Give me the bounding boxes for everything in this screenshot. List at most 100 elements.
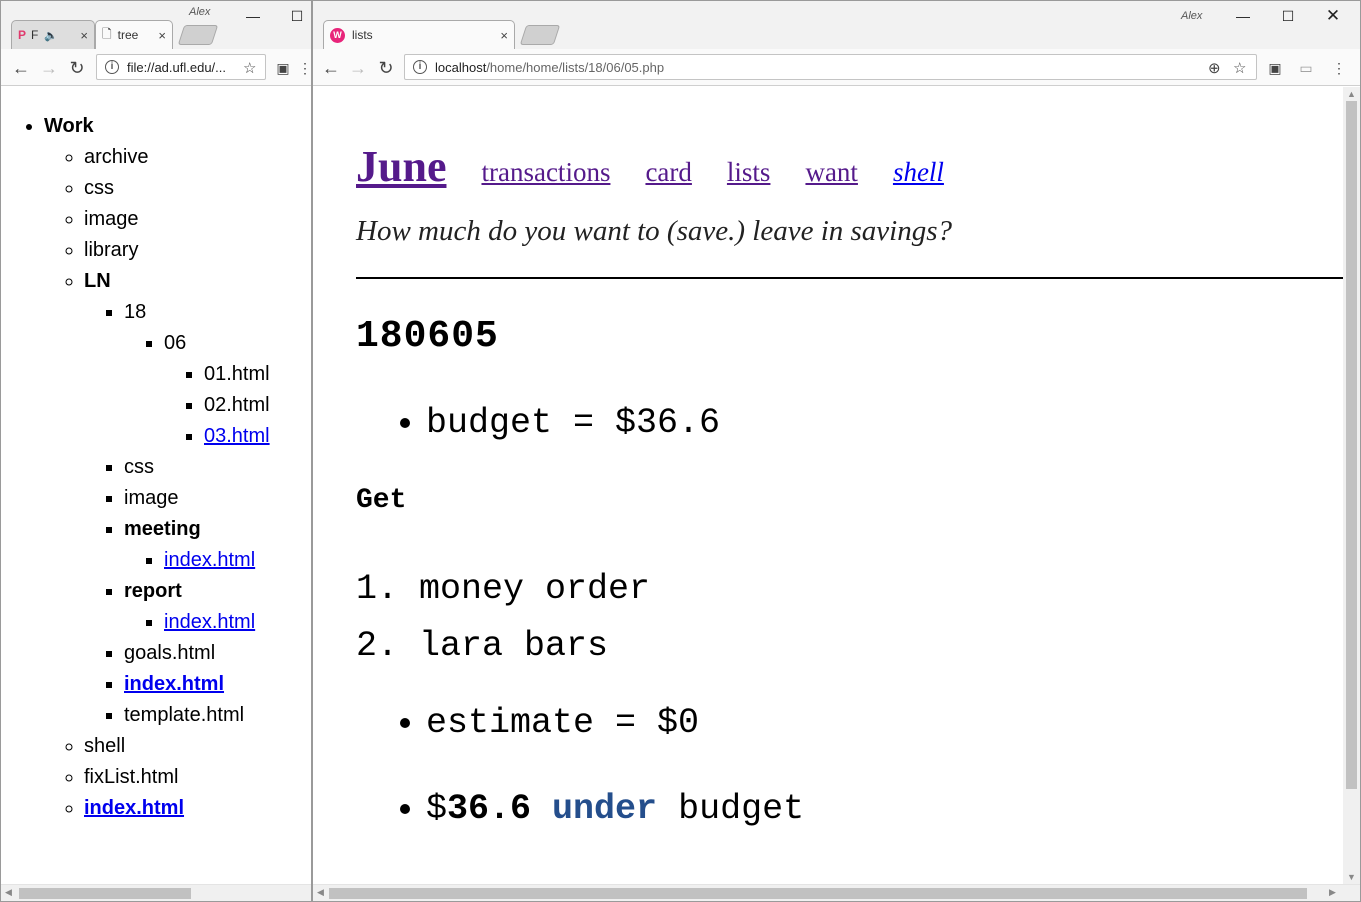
menu-dots-icon[interactable]: ⋮ [1327, 56, 1351, 80]
dollar-sign: $ [426, 789, 448, 829]
tree-item-goals: goals.html [124, 638, 311, 669]
tree-item-18: 18 06 01.html 02.html 03.html [124, 297, 311, 452]
tab-title: lists [352, 28, 373, 42]
site-favicon-icon: W [330, 27, 345, 43]
left-horizontal-scrollbar[interactable]: ◀ [1, 884, 311, 901]
tree-link-work-index[interactable]: index.html [84, 797, 184, 819]
scroll-right-icon[interactable]: ▶ [1329, 887, 1336, 898]
address-text: file://ad.ufl.edu/... [127, 59, 227, 75]
new-tab-button[interactable] [519, 25, 561, 45]
tree-item-template: template.html [124, 700, 311, 731]
tree-item-archive: archive [84, 142, 311, 173]
tree-item-fixlist: fixList.html [84, 762, 311, 793]
tree-item-01-html: 01.html [204, 359, 311, 390]
scroll-left-icon[interactable]: ◀ [5, 887, 12, 898]
close-window-icon[interactable]: ✕ [1313, 5, 1353, 27]
info-icon[interactable]: i [105, 60, 119, 74]
profile-label[interactable]: Alex [1181, 10, 1202, 22]
page-nav: June transactions card lists want shell [356, 141, 979, 192]
address-path: /home/home/lists/18/06/05.php [486, 59, 665, 75]
left-toolbar: ← → ↻ i file://ad.ufl.edu/... ☆ ▣ ⋮ [1, 49, 311, 86]
address-bar[interactable]: i file://ad.ufl.edu/... ☆ [96, 54, 266, 80]
file-tree: Work archive css image library LN 18 06 [1, 111, 311, 824]
address-bar[interactable]: i localhost/home/home/lists/18/06/05.php… [404, 54, 1257, 80]
audio-icon[interactable]: 🔈 [44, 29, 58, 42]
nav-link-transactions[interactable]: transactions [481, 157, 610, 188]
bookmark-star-icon[interactable]: ☆ [1233, 59, 1246, 77]
tree-item-image: image [84, 204, 311, 235]
tree-link-report-index[interactable]: index.html [164, 611, 255, 633]
page-title-link[interactable]: June [356, 141, 446, 192]
horizontal-scrollbar-thumb[interactable] [329, 888, 1307, 899]
right-page-content: June transactions card lists want shell … [313, 87, 1343, 884]
extension-2-icon[interactable]: ▭ [1294, 56, 1318, 80]
tree-item-shell: shell [84, 731, 311, 762]
zoom-icon[interactable]: ⊕ [1208, 59, 1221, 77]
bookmark-star-icon[interactable]: ☆ [243, 59, 256, 77]
close-tab-icon[interactable]: × [80, 28, 88, 43]
left-titlebar: Alex — ☐ P F 🔈 × 🗋 tree × [1, 1, 311, 49]
budget-item: budget = $36.6 [426, 403, 720, 443]
right-toolbar: ← → ↻ i localhost/home/home/lists/18/06/… [313, 49, 1360, 86]
nav-link-lists[interactable]: lists [727, 157, 771, 188]
left-page-content: Work archive css image library LN 18 06 [1, 87, 311, 884]
extension-icon[interactable]: ▣ [271, 56, 295, 80]
document-icon: 🗋 [102, 26, 112, 41]
scroll-down-icon[interactable]: ▼ [1347, 872, 1356, 882]
tree-item-report: report index.html [124, 576, 311, 638]
get-heading: Get [356, 485, 407, 516]
back-arrow-icon[interactable]: ← [319, 56, 343, 80]
right-horizontal-scrollbar[interactable]: ◀ ▶ [313, 884, 1360, 901]
tree-item-work: Work archive css image library LN 18 06 [44, 111, 311, 824]
maximize-icon[interactable]: ☐ [1268, 5, 1308, 27]
tree-item-library: library [84, 235, 311, 266]
pocket-favicon-icon: P [18, 28, 27, 42]
scroll-left-icon[interactable]: ◀ [317, 887, 324, 898]
forward-arrow-icon[interactable]: → [346, 56, 370, 80]
estimate-item: estimate = $0 [426, 703, 699, 743]
reload-icon[interactable]: ↻ [65, 56, 89, 80]
new-tab-button[interactable] [177, 25, 219, 45]
minimize-icon[interactable]: — [1223, 5, 1263, 27]
right-vertical-scrollbar[interactable]: ▲ ▼ [1343, 87, 1360, 884]
horizontal-rule [356, 277, 1343, 279]
scrollbar-thumb[interactable] [19, 888, 191, 899]
scroll-up-icon[interactable]: ▲ [1347, 89, 1356, 99]
list-item: 1. money order [356, 569, 651, 609]
profile-label[interactable]: Alex [189, 6, 210, 18]
under-budget-item: $36.6 under budget [426, 789, 804, 829]
tree-item-ln-image: image [124, 483, 311, 514]
tree-item-ln-css: css [124, 452, 311, 483]
under-budget-list: $36.6 under budget [426, 789, 804, 829]
list-item: 2. lara bars [356, 626, 609, 666]
under-amount: 36.6 [447, 789, 532, 829]
tree-item-02-html: 02.html [204, 390, 311, 421]
vertical-scrollbar-thumb[interactable] [1346, 101, 1357, 789]
address-host: localhost [435, 59, 487, 75]
back-arrow-icon[interactable]: ← [9, 56, 33, 80]
forward-arrow-icon[interactable]: → [37, 56, 61, 80]
savings-question: How much do you want to (save.) leave in… [356, 215, 953, 247]
tab-tree[interactable]: 🗋 tree × [95, 20, 173, 49]
tree-link-meeting-index[interactable]: index.html [164, 549, 255, 571]
minimize-icon[interactable]: — [233, 5, 273, 27]
extension-icon[interactable]: ▣ [1263, 56, 1287, 80]
tree-item-meeting: meeting index.html [124, 514, 311, 576]
reload-icon[interactable]: ↻ [374, 56, 398, 80]
nav-link-shell[interactable]: shell [893, 157, 944, 188]
close-tab-icon[interactable]: × [500, 28, 508, 43]
under-word: under [552, 789, 658, 829]
info-icon[interactable]: i [413, 60, 427, 74]
tab-lists[interactable]: W lists × [323, 20, 515, 49]
left-browser-window: Alex — ☐ P F 🔈 × 🗋 tree × ← → ↻ i file:/… [0, 0, 312, 902]
nav-link-card[interactable]: card [645, 157, 691, 188]
tree-item-css: css [84, 173, 311, 204]
menu-dots-icon[interactable]: ⋮ [293, 56, 311, 80]
tree-item-06: 06 01.html 02.html 03.html [164, 328, 311, 452]
tree-link-ln-index[interactable]: index.html [124, 673, 224, 695]
nav-link-want[interactable]: want [805, 157, 857, 188]
close-tab-icon[interactable]: × [158, 28, 166, 43]
tree-link-03-html[interactable]: 03.html [204, 425, 270, 447]
tab-pocket[interactable]: P F 🔈 × [11, 20, 95, 49]
maximize-icon[interactable]: ☐ [277, 5, 311, 27]
